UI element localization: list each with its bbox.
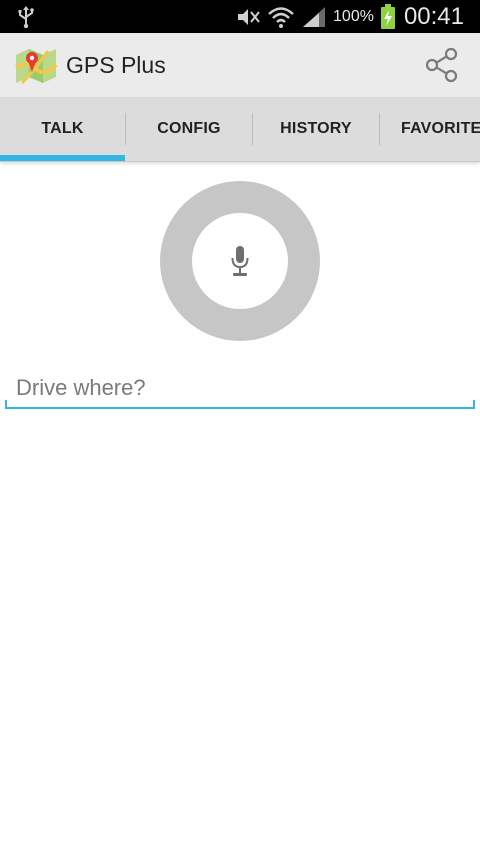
tab-config[interactable]: CONFIG (126, 97, 252, 161)
tab-label: HISTORY (280, 120, 352, 137)
wifi-icon (268, 6, 294, 28)
tab-label: TALK (41, 120, 84, 137)
tab-favorites[interactable]: FAVORITES (380, 97, 480, 161)
clock: 00:41 (403, 2, 464, 30)
mute-icon (238, 8, 260, 25)
action-bar: GPS Plus (0, 33, 480, 97)
tab-selected-indicator (0, 155, 125, 161)
tab-history[interactable]: HISTORY (253, 97, 379, 161)
tab-label: FAVORITES (401, 120, 480, 137)
battery-charging-icon (380, 3, 395, 29)
destination-input[interactable] (5, 370, 475, 406)
input-underline-edge (5, 400, 7, 409)
share-icon[interactable] (424, 47, 460, 83)
input-underline (5, 407, 475, 409)
app-map-icon[interactable] (14, 45, 58, 85)
tab-talk[interactable]: TALK (0, 97, 125, 161)
signal-icon (303, 6, 326, 27)
input-underline-edge (473, 400, 475, 409)
tab-label: CONFIG (157, 120, 221, 137)
battery-percent: 100% (333, 7, 374, 25)
microphone-icon (231, 246, 249, 276)
tab-bar: TALK CONFIG HISTORY FAVORITES (0, 97, 480, 162)
destination-field (5, 370, 475, 410)
voice-input-inner (192, 213, 288, 309)
status-bar: 100% 00:41 (0, 0, 480, 33)
status-icons: 100% 00:41 (235, 0, 464, 33)
voice-input-button[interactable] (160, 181, 320, 341)
usb-icon (18, 6, 34, 29)
app-title: GPS Plus (66, 52, 166, 78)
